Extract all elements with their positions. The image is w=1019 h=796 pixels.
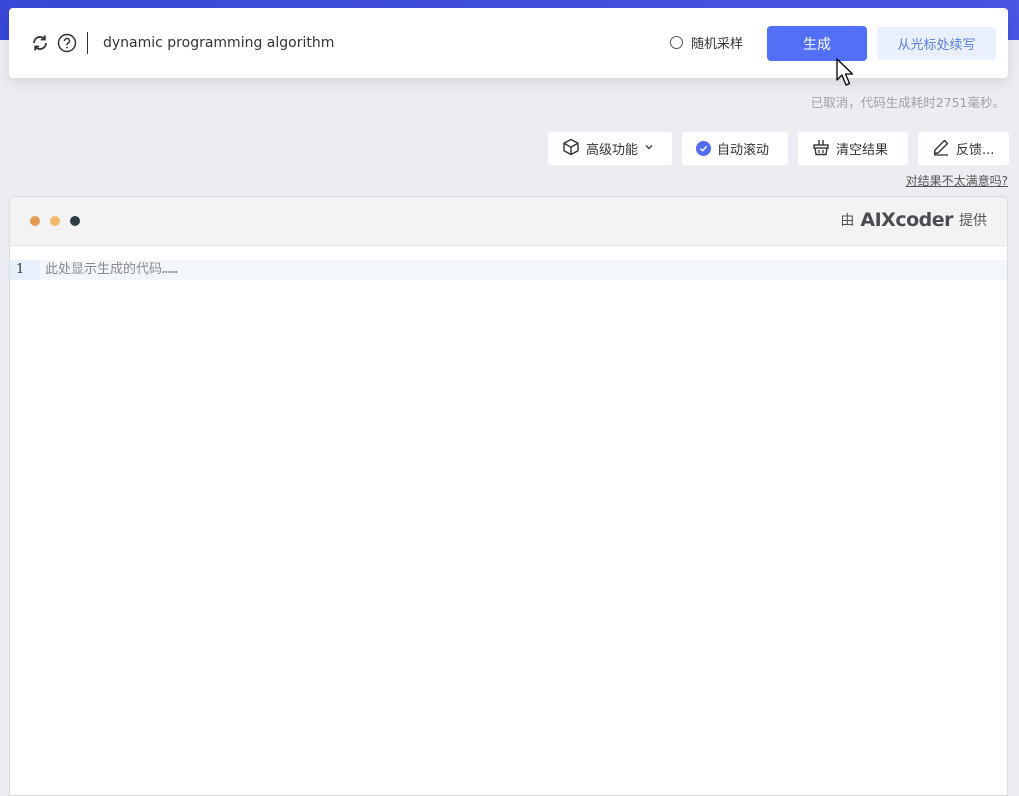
check-icon xyxy=(696,141,711,156)
clear-results-button[interactable]: 清空结果 xyxy=(798,132,908,165)
pencil-icon xyxy=(932,138,950,160)
window-dot-dark xyxy=(70,216,80,226)
generate-button[interactable]: 生成 xyxy=(767,26,867,61)
radio-icon[interactable] xyxy=(670,36,683,49)
help-icon[interactable] xyxy=(56,32,78,54)
auto-scroll-toggle[interactable]: 自动滚动 xyxy=(682,132,788,165)
clear-results-label: 清空结果 xyxy=(836,143,889,158)
cube-icon xyxy=(562,138,580,160)
code-line[interactable]: 1 此处显示生成的代码…… xyxy=(10,260,1007,280)
divider xyxy=(87,32,88,54)
basket-icon xyxy=(812,138,830,160)
refresh-icon[interactable] xyxy=(29,32,51,54)
random-sample-toggle[interactable]: 随机采样 xyxy=(670,33,743,52)
window-dot-orange xyxy=(30,216,40,226)
search-card: 随机采样 生成 从光标处续写 xyxy=(9,8,1008,78)
unsatisfied-link[interactable]: 对结果不太满意吗? xyxy=(906,172,1008,189)
status-message: 已取消，代码生成耗时2751毫秒。 xyxy=(810,95,1005,110)
auto-scroll-label: 自动滚动 xyxy=(717,143,770,158)
editor-header: 由 AIXcoder 提供 xyxy=(10,197,1007,246)
feedback-button[interactable]: 反馈... xyxy=(918,132,1009,165)
provided-by: 由 AIXcoder 提供 xyxy=(840,209,987,231)
code-editor-panel: 由 AIXcoder 提供 1 此处显示生成的代码…… xyxy=(9,196,1008,796)
chevron-down-icon xyxy=(644,141,654,156)
random-sample-label: 随机采样 xyxy=(691,37,744,52)
continue-from-cursor-button[interactable]: 从光标处续写 xyxy=(877,27,996,60)
code-placeholder: 此处显示生成的代码…… xyxy=(45,262,178,277)
advanced-features-button[interactable]: 高级功能 xyxy=(548,132,672,165)
line-number: 1 xyxy=(10,260,40,280)
advanced-features-label: 高级功能 xyxy=(586,143,639,158)
aixcoder-logo: AIXcoder xyxy=(860,209,953,231)
provided-by-suffix: 提供 xyxy=(959,213,987,229)
search-input[interactable] xyxy=(95,28,651,58)
window-dot-yellow xyxy=(50,216,60,226)
provided-by-prefix: 由 xyxy=(840,213,855,229)
cursor-icon xyxy=(836,58,856,92)
feedback-label: 反馈... xyxy=(956,143,995,158)
